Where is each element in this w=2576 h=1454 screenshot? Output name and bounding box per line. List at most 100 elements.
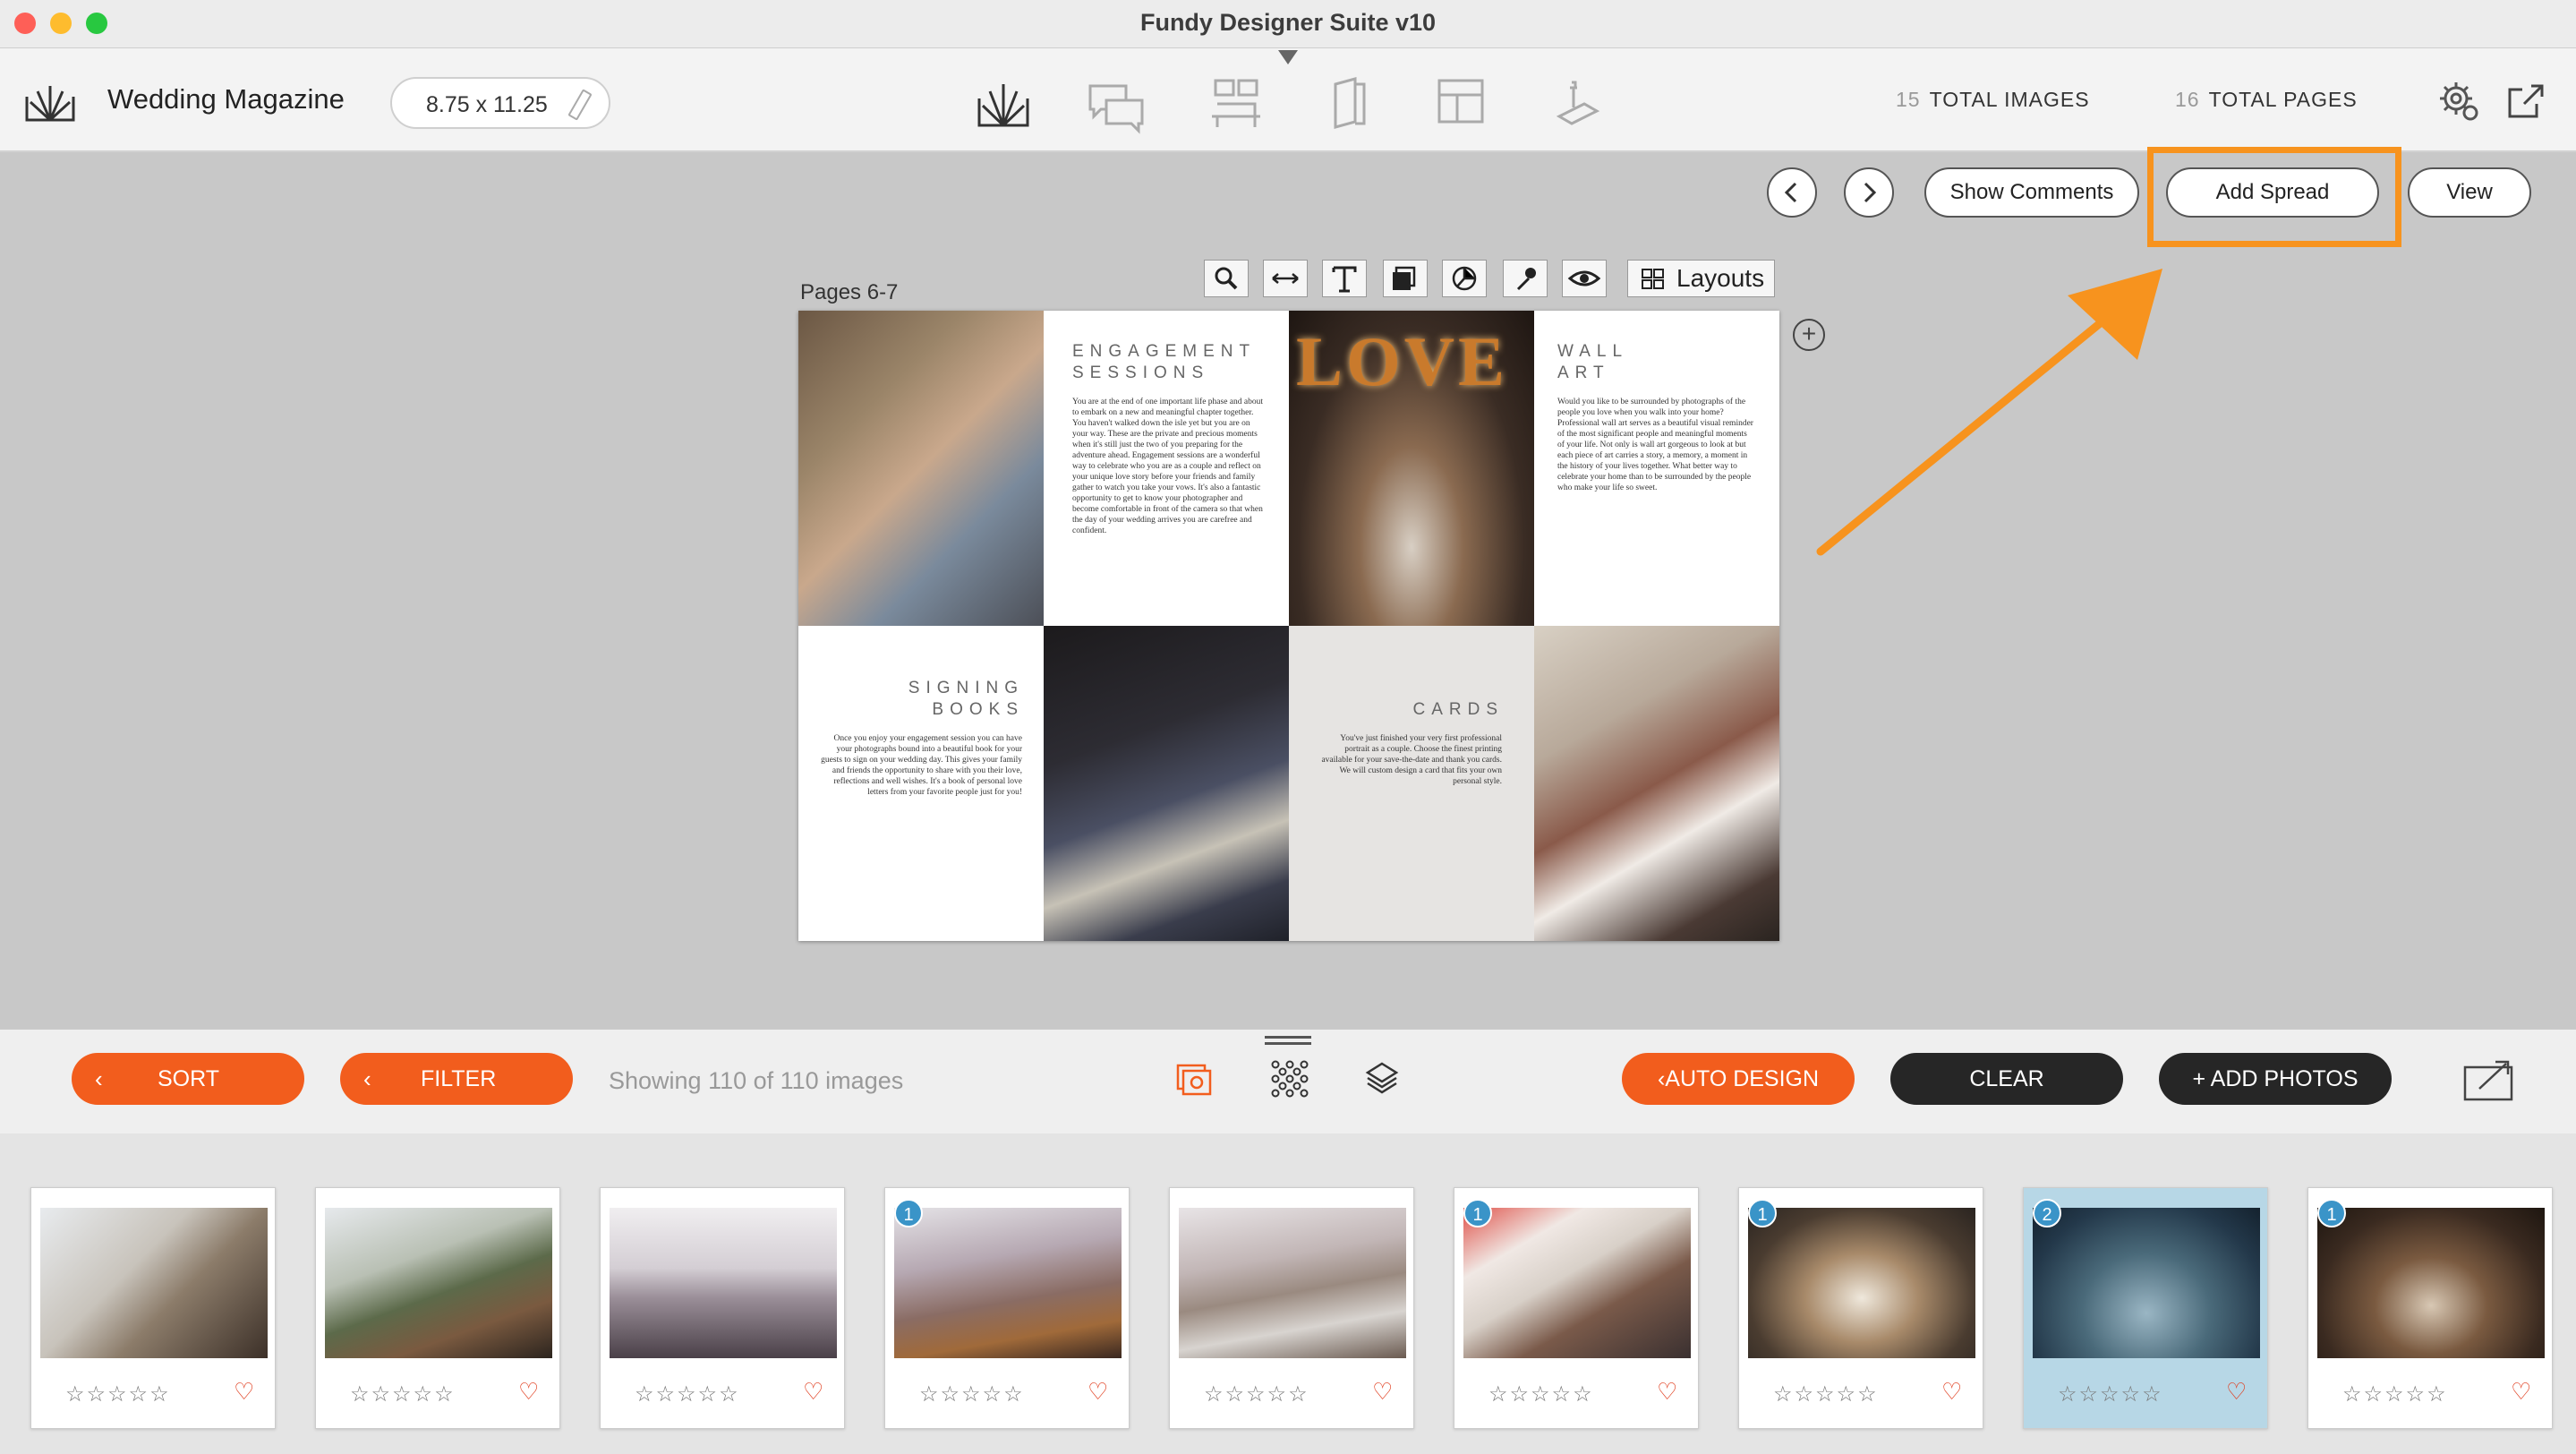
favorite-heart-icon[interactable]: ♡ [234,1378,254,1406]
edit-pencil-icon [567,89,593,121]
star-rating[interactable]: ☆☆☆☆☆ [65,1381,171,1407]
star-rating[interactable]: ☆☆☆☆☆ [1773,1381,1879,1407]
total-pages-stat: 16 TOTAL PAGES [2175,88,2358,112]
auto-design-button[interactable]: ‹AUTO DESIGN [1622,1053,1855,1105]
photo-thumbnail[interactable]: ☆☆☆☆☆ ♡ [30,1187,276,1429]
window-titlebar: Fundy Designer Suite v10 [0,0,2576,48]
favorite-heart-icon[interactable]: ♡ [1372,1378,1393,1406]
card-designer-icon[interactable] [1318,72,1380,134]
photo-thumbnail[interactable]: 1 ☆☆☆☆☆ ♡ [2307,1187,2553,1429]
preview-tool-button[interactable] [1562,260,1607,297]
previous-spread-button[interactable] [1767,167,1817,218]
blog-designer-icon[interactable] [1547,72,1609,134]
used-images-icon[interactable] [1173,1058,1215,1101]
layers-stack-icon[interactable] [1362,1058,1402,1099]
chevron-right-icon [1864,182,1877,203]
total-pages-label: TOTAL PAGES [2208,88,2358,111]
page-size-selector[interactable]: 8.75 x 11.25 [390,77,610,129]
proofing-comments-icon[interactable] [1085,72,1147,134]
layout-grid-icon [1642,269,1664,289]
star-rating[interactable]: ☆☆☆☆☆ [635,1381,740,1407]
album-designer-icon[interactable] [972,72,1035,134]
page-size-value: 8.75 x 11.25 [426,92,548,117]
photo-thumbnail[interactable]: 1 ☆☆☆☆☆ ♡ [1454,1187,1699,1429]
color-wheel-icon [1452,266,1477,291]
usage-count-badge: 1 [2317,1199,2346,1227]
favorite-heart-icon[interactable]: ♡ [2226,1378,2247,1406]
thumbnail-image [325,1208,552,1358]
color-tool-button[interactable] [1442,260,1487,297]
eyedropper-icon [1516,268,1536,291]
album-logo-icon[interactable] [23,79,77,125]
popout-window-icon[interactable] [2461,1056,2519,1103]
layouts-button[interactable]: Layouts [1627,260,1775,297]
usage-count-badge: 1 [1463,1199,1492,1227]
image-brander-icon[interactable] [1430,72,1493,134]
text-t-icon [1332,266,1357,293]
text-block-cards[interactable]: CARDS You've just finished your very fir… [1289,626,1534,941]
photo-frame-couple-blanket[interactable] [798,311,1044,626]
star-rating[interactable]: ☆☆☆☆☆ [919,1381,1025,1407]
photo-thumbnail[interactable]: ☆☆☆☆☆ ♡ [600,1187,845,1429]
filter-button[interactable]: ‹ FILTER [340,1053,573,1105]
photo-frame-reception-dj[interactable] [1534,626,1779,941]
album-spread[interactable]: ENGAGEMENT SESSIONS You are at the end o… [798,311,1779,941]
favorite-heart-icon[interactable]: ♡ [518,1378,539,1406]
add-photos-button[interactable]: + ADD PHOTOS [2159,1053,2392,1105]
favorite-heart-icon[interactable]: ♡ [2511,1378,2531,1406]
thumbnail-image [610,1208,837,1358]
signing-books-heading: SIGNING BOOKS [908,679,1024,719]
engagement-heading: ENGAGEMENT SESSIONS [1072,342,1256,382]
text-tool-button[interactable] [1322,260,1367,297]
grid-view-icon[interactable] [1267,1056,1312,1101]
clear-button[interactable]: CLEAR [1890,1053,2123,1105]
favorite-heart-icon[interactable]: ♡ [803,1378,823,1406]
next-spread-button[interactable] [1844,167,1894,218]
chevron-left-icon [1784,182,1797,203]
favorite-heart-icon[interactable]: ♡ [1088,1378,1108,1406]
text-block-signing-books[interactable]: SIGNING BOOKS Once you enjoy your engage… [798,626,1044,941]
resize-grip-handle[interactable] [1265,1036,1311,1045]
thumbnail-image [1748,1208,1975,1358]
star-rating[interactable]: ☆☆☆☆☆ [1488,1381,1594,1407]
star-rating[interactable]: ☆☆☆☆☆ [2058,1381,2163,1407]
text-block-wall-art[interactable]: WALL ART Would you like to be surrounded… [1534,311,1779,626]
text-block-engagement[interactable]: ENGAGEMENT SESSIONS You are at the end o… [1044,311,1289,626]
photo-thumbnail[interactable]: ☆☆☆☆☆ ♡ [315,1187,560,1429]
photo-thumbnail[interactable]: 1 ☆☆☆☆☆ ♡ [1738,1187,1983,1429]
settings-gear-icon[interactable] [2436,79,2481,124]
total-pages-count: 16 [2175,88,2200,111]
project-name: Wedding Magazine [107,83,345,115]
add-page-plus-button[interactable]: + [1793,319,1825,351]
add-spread-highlight-box [2147,147,2401,247]
photo-thumbnail[interactable]: ☆☆☆☆☆ ♡ [1169,1187,1414,1429]
view-button[interactable]: View [2408,167,2531,218]
photo-thumbnail[interactable]: 1 ☆☆☆☆☆ ♡ [884,1187,1130,1429]
star-rating[interactable]: ☆☆☆☆☆ [1204,1381,1309,1407]
sort-button[interactable]: ‹ SORT [72,1053,304,1105]
star-rating[interactable]: ☆☆☆☆☆ [2342,1381,2448,1407]
favorite-heart-icon[interactable]: ♡ [1657,1378,1677,1406]
shape-tool-button[interactable] [1383,260,1428,297]
export-external-icon[interactable] [2504,79,2549,124]
photo-thumbnail-selected[interactable]: 2 ☆☆☆☆☆ ♡ [2023,1187,2268,1429]
active-mode-indicator [1278,50,1298,64]
wall-art-heading: WALL ART [1557,342,1628,382]
photo-frame-love-sign[interactable]: LOVE [1289,311,1534,626]
zoom-tool-button[interactable] [1204,260,1249,297]
thumbnail-image [894,1208,1122,1358]
usage-count-badge: 2 [2033,1199,2061,1227]
eye-icon [1567,270,1601,287]
wall-art-body: Would you like to be surrounded by photo… [1557,398,1753,492]
star-rating[interactable]: ☆☆☆☆☆ [350,1381,456,1407]
favorite-heart-icon[interactable]: ♡ [1941,1378,1962,1406]
total-images-label: TOTAL IMAGES [1929,88,2090,111]
eyedropper-tool-button[interactable] [1503,260,1548,297]
cards-body: You've just finished your very first pro… [1321,734,1502,786]
layouts-label: Layouts [1676,264,1765,292]
wall-designer-icon[interactable] [1205,72,1267,134]
layered-square-icon [1393,266,1416,290]
photo-frame-groom-letter[interactable] [1044,626,1289,941]
swap-tool-button[interactable] [1263,260,1308,297]
show-comments-button[interactable]: Show Comments [1924,167,2139,218]
